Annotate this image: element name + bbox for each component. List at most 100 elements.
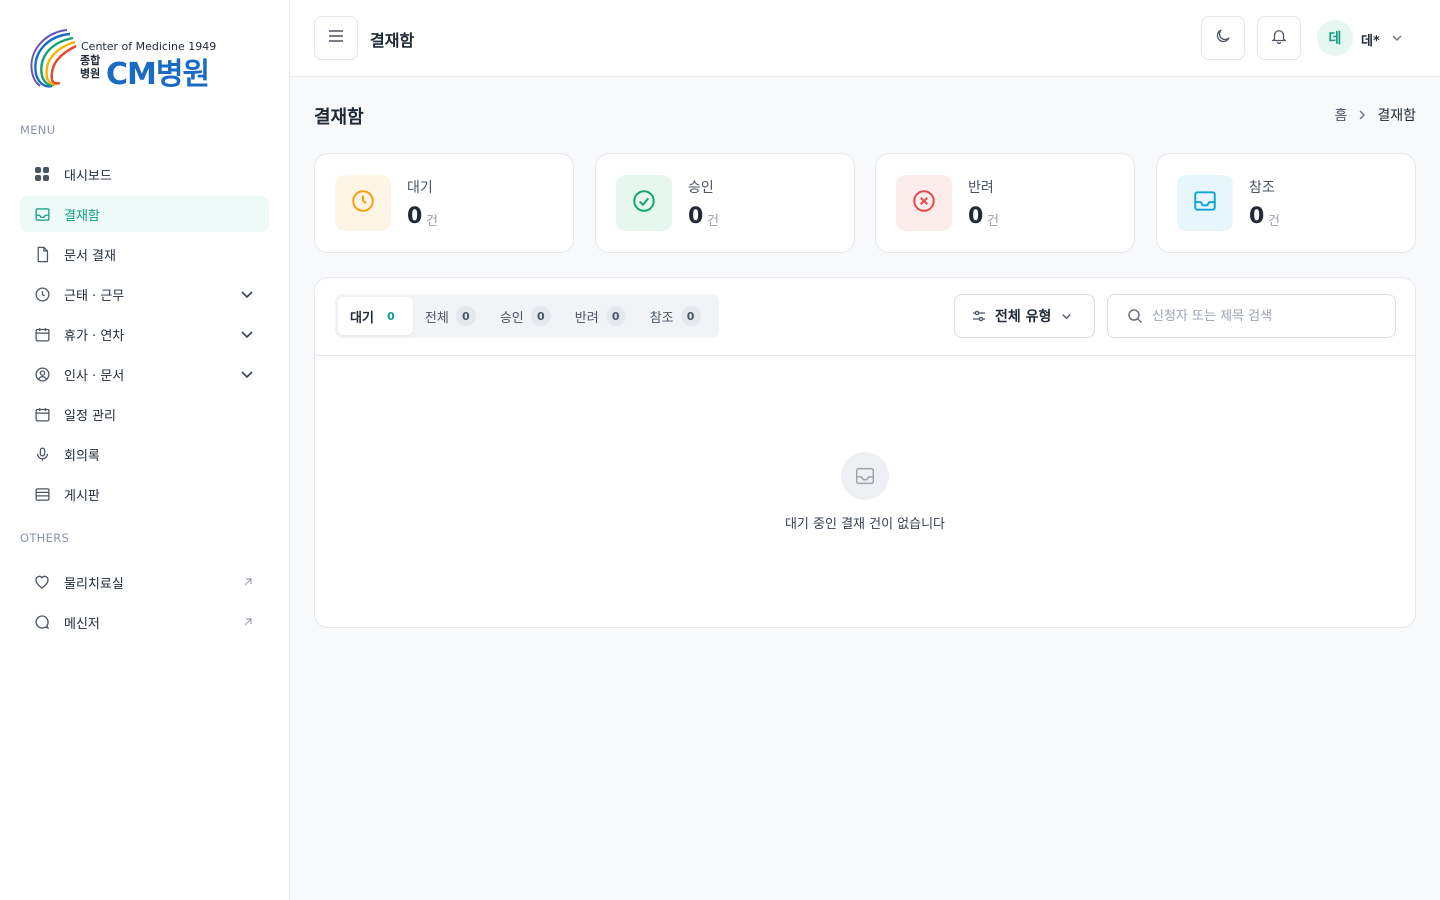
grid-icon [33, 165, 51, 183]
sidebar-item-document-approval[interactable]: 문서 결재 [20, 236, 269, 272]
user-circle-icon [33, 365, 51, 383]
stat-value: 0 [968, 204, 984, 229]
page-title: 결재함 [314, 107, 364, 128]
avatar[interactable]: 데 [1317, 20, 1353, 56]
tab-all[interactable]: 전체 0 [413, 297, 488, 335]
board-icon [33, 485, 51, 503]
dark-mode-button[interactable] [1201, 16, 1245, 60]
search-icon [1127, 308, 1143, 324]
menu-section-label: MENU [20, 123, 56, 137]
stat-value: 0 [407, 204, 423, 229]
bell-icon [1270, 27, 1288, 49]
stat-icon-box [1177, 175, 1233, 231]
breadcrumb-current: 결재함 [1377, 108, 1416, 124]
inbox-icon [33, 205, 51, 223]
search-input[interactable] [1152, 308, 1372, 324]
sidebar-item-attendance[interactable]: 근태 · 근무 [20, 276, 269, 312]
chevron-down-icon[interactable] [239, 286, 255, 302]
moon-icon [1214, 27, 1232, 49]
stat-value: 0 [688, 204, 704, 229]
file-icon [33, 245, 51, 263]
stat-card-rejected[interactable]: 반려 0 건 [875, 153, 1135, 253]
tab-label: 반려 [574, 310, 599, 326]
user-name[interactable]: 데* [1361, 30, 1380, 49]
inbox-icon [841, 452, 889, 500]
sidebar-item-label: 휴가 · 연차 [64, 328, 125, 344]
stat-value: 0 [1249, 204, 1265, 229]
sidebar-item-hr[interactable]: 인사 · 문서 [20, 356, 269, 392]
stat-icon-box [335, 175, 391, 231]
tab-label: 대기 [350, 310, 374, 326]
sidebar-item-vacation[interactable]: 휴가 · 연차 [20, 316, 269, 352]
sidebar-item-schedule[interactable]: 일정 관리 [20, 396, 269, 432]
inbox-icon [1192, 188, 1218, 218]
menu-toggle-button[interactable] [314, 16, 358, 60]
stat-icon-box [616, 175, 672, 231]
stat-card-approved[interactable]: 승인 0 건 [595, 153, 855, 253]
others-section-label: OTHERS [20, 531, 70, 545]
breadcrumb-home-link[interactable]: 홈 [1334, 105, 1347, 125]
search-box[interactable] [1107, 294, 1396, 338]
tab-approved[interactable]: 승인 0 [488, 297, 563, 335]
heart-icon [33, 573, 51, 591]
x-circle-icon [911, 188, 937, 218]
tab-count-badge: 0 [680, 306, 701, 326]
sidebar-item-label: 대시보드 [64, 168, 112, 184]
tab-label: 전체 [424, 310, 449, 326]
calendar-icon [33, 325, 51, 343]
sidebar-item-label: 결재함 [64, 208, 100, 224]
logo-small-text: 종합 병원 [80, 54, 101, 80]
sidebar-item-label: 문서 결재 [64, 248, 116, 264]
logo-name: CM병원 [106, 57, 210, 92]
tab-count-badge: 0 [530, 306, 551, 326]
tab-count-badge: 0 [455, 306, 476, 326]
hamburger-icon [327, 27, 345, 49]
chevron-down-icon[interactable] [239, 326, 255, 342]
sidebar-item-physical-therapy[interactable]: 물리치료실 [20, 564, 269, 600]
sidebar-item-board[interactable]: 게시판 [20, 476, 269, 512]
calendar-icon [33, 405, 51, 423]
chevron-down-icon[interactable] [1390, 31, 1404, 45]
sidebar-item-dashboard[interactable]: 대시보드 [20, 156, 269, 192]
stat-label: 대기 [407, 180, 433, 196]
tab-label: 참조 [649, 310, 674, 326]
sidebar-item-label: 물리치료실 [64, 576, 124, 592]
sidebar-item-label: 일정 관리 [64, 408, 116, 424]
filter-label: 전체 유형 [995, 309, 1052, 325]
sidebar-item-label: 회의록 [64, 448, 100, 464]
tab-reference[interactable]: 참조 0 [638, 297, 713, 335]
sidebar-item-meeting-notes[interactable]: 회의록 [20, 436, 269, 472]
type-filter-dropdown[interactable]: 전체 유형 [954, 294, 1095, 338]
stat-card-pending[interactable]: 대기 0 건 [314, 153, 574, 253]
chevron-down-icon[interactable] [239, 366, 255, 382]
top-header: 결재함 데 데* [290, 0, 1440, 77]
external-link-icon [243, 616, 253, 626]
chevron-down-icon [1060, 310, 1073, 323]
sidebar-item-label: 메신저 [64, 616, 100, 632]
sidebar-item-approval-box[interactable]: 결재함 [20, 196, 269, 232]
tab-count-badge: 0 [380, 306, 401, 326]
hospital-logo[interactable]: Center of Medicine 1949 종합 병원 CM병원 [30, 28, 220, 92]
external-link-icon [243, 576, 253, 586]
sliders-icon [972, 309, 986, 323]
tab-rejected[interactable]: 반려 0 [563, 297, 638, 335]
sidebar-item-label: 인사 · 문서 [64, 368, 125, 384]
stat-unit: 건 [1268, 214, 1280, 229]
sidebar-item-messenger[interactable]: 메신저 [20, 604, 269, 640]
stat-card-reference[interactable]: 참조 0 건 [1156, 153, 1416, 253]
chat-icon [33, 613, 51, 631]
stat-unit: 건 [707, 214, 719, 229]
stat-label: 반려 [968, 180, 994, 196]
empty-state-message: 대기 중인 결재 건이 없습니다 [784, 517, 946, 532]
microphone-icon [33, 445, 51, 463]
notification-button[interactable] [1257, 16, 1301, 60]
clock-icon [350, 188, 376, 218]
tab-pending[interactable]: 대기 0 [338, 297, 413, 335]
chevron-right-icon [1355, 108, 1369, 122]
check-circle-icon [631, 188, 657, 218]
tab-label: 승인 [499, 310, 524, 326]
logo-swirl-icon [30, 29, 77, 88]
stat-unit: 건 [987, 214, 999, 229]
approval-list-panel: 대기 0 전체 0 승인 0 반려 0 참조 0 전체 유형 신청자 또는 제목… [314, 277, 1416, 628]
stat-icon-box [896, 175, 952, 231]
